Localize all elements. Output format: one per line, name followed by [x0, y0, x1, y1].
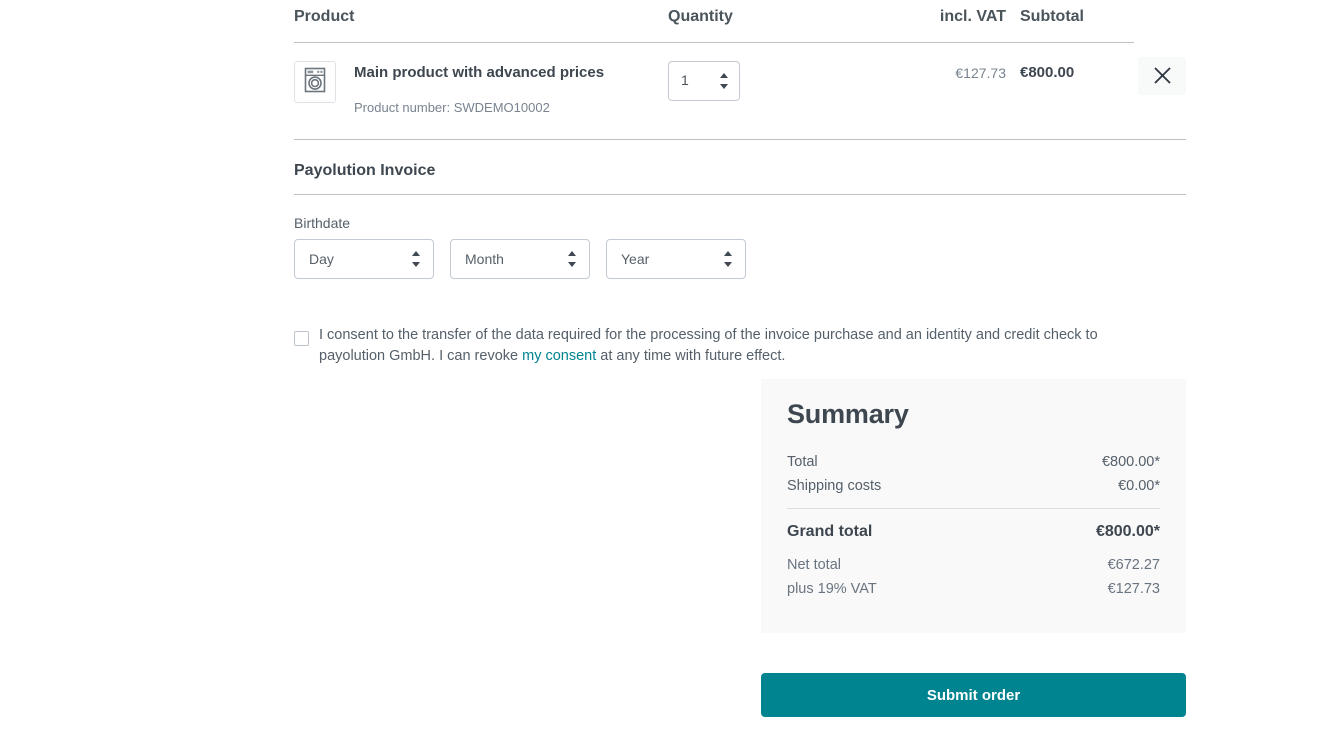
vat-value: €127.73: [1107, 581, 1160, 597]
summary-total-label: Total: [787, 454, 818, 470]
column-header-quantity: Quantity: [668, 0, 892, 43]
birthdate-month-select[interactable]: Month: [450, 239, 590, 279]
cart-item-quantity-cell: 1: [668, 42, 892, 140]
summary-row-shipping: Shipping costs €0.00*: [787, 476, 1160, 500]
payment-method-title: Payolution Invoice: [294, 162, 1186, 195]
checkout-main-column: Product Quantity incl. VAT Subtotal Main…: [294, 0, 1186, 367]
consent-text-after: at any time with future effect.: [596, 348, 786, 364]
washing-machine-icon: [304, 67, 326, 98]
chevron-updown-icon[interactable]: [723, 251, 732, 267]
product-number: Product number: SWDEMO10002: [354, 100, 550, 115]
birthdate-month-value: Month: [465, 251, 504, 267]
checkout-page: Product Quantity incl. VAT Subtotal Main…: [0, 0, 1327, 741]
cart-item-product-cell: Main product with advanced prices Produc…: [294, 42, 668, 140]
column-header-subtotal: Subtotal: [1020, 0, 1134, 43]
birthdate-selects: Day Month Year: [294, 239, 1186, 279]
cart-table-body: Main product with advanced prices Produc…: [294, 42, 1186, 140]
birthdate-label: Birthdate: [294, 215, 351, 231]
summary-total-value: €800.00*: [1101, 454, 1160, 470]
cart-item-vat: €127.73: [892, 42, 1020, 140]
summary-row-vat: plus 19% VAT €127.73: [787, 579, 1160, 603]
summary-row-net-total: Net total €672.27: [787, 555, 1160, 579]
summary-row-grand-total: Grand total €800.00*: [787, 509, 1160, 555]
close-icon: [1153, 66, 1172, 85]
birthdate-day-value: Day: [309, 251, 334, 267]
table-row: Main product with advanced prices Produc…: [294, 42, 1186, 140]
column-header-remove: [1134, 0, 1186, 43]
grand-total-value: €800.00*: [1095, 523, 1160, 540]
birthdate-year-select[interactable]: Year: [606, 239, 746, 279]
chevron-updown-icon[interactable]: [411, 251, 420, 267]
cart-table-head: Product Quantity incl. VAT Subtotal: [294, 0, 1186, 43]
consent-text: I consent to the transfer of the data re…: [319, 325, 1139, 367]
payment-section: Payolution Invoice Birthdate Day Month Y…: [294, 162, 1186, 367]
submit-order-button[interactable]: Submit order: [761, 673, 1186, 717]
product-name-link[interactable]: Main product with advanced prices: [354, 63, 604, 83]
birthdate-day-select[interactable]: Day: [294, 239, 434, 279]
remove-item-button[interactable]: [1138, 56, 1186, 95]
consent-link[interactable]: my consent: [522, 348, 596, 364]
product-thumbnail[interactable]: [294, 61, 336, 103]
column-header-product: Product: [294, 0, 668, 43]
consent-checkbox[interactable]: [294, 331, 309, 346]
cart-item-subtotal: €800.00: [1020, 42, 1134, 140]
order-summary-panel: Summary Total €800.00* Shipping costs €0…: [761, 379, 1186, 633]
net-total-label: Net total: [787, 557, 841, 573]
consent-row: I consent to the transfer of the data re…: [294, 325, 1139, 367]
quantity-value: 1: [681, 72, 689, 88]
summary-row-total: Total €800.00*: [787, 452, 1160, 476]
column-header-vat: incl. VAT: [892, 0, 1020, 43]
vat-label: plus 19% VAT: [787, 581, 877, 597]
summary-title: Summary: [787, 399, 909, 429]
grand-total-label: Grand total: [787, 523, 873, 540]
summary-shipping-label: Shipping costs: [787, 478, 882, 494]
birthdate-year-value: Year: [621, 251, 650, 267]
cart-table: Product Quantity incl. VAT Subtotal Main…: [294, 0, 1186, 140]
summary-shipping-value: €0.00*: [1118, 478, 1160, 494]
chevron-updown-icon[interactable]: [567, 251, 576, 267]
net-total-value: €672.27: [1107, 557, 1160, 573]
cart-header-row: Product Quantity incl. VAT Subtotal: [294, 0, 1186, 43]
cart-item-remove-cell: [1134, 42, 1186, 140]
quantity-stepper[interactable]: 1: [668, 61, 740, 101]
chevron-updown-icon[interactable]: [719, 73, 728, 89]
